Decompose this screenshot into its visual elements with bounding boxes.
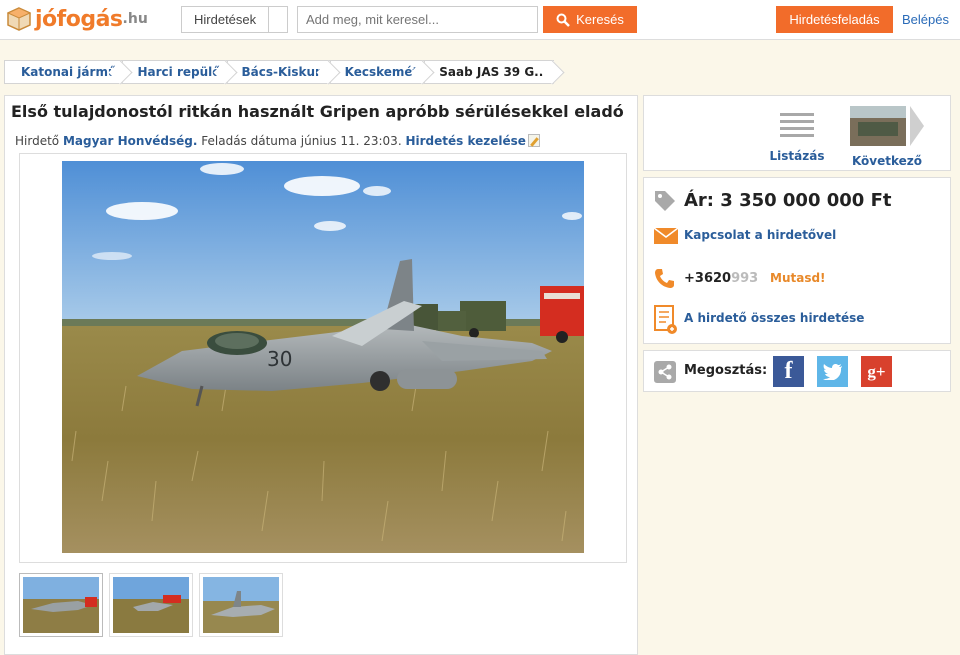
next-ad-thumbnail [850,106,924,146]
breadcrumb-current: Saab JAS 39 G... [424,60,554,84]
search-input[interactable] [297,6,538,33]
category-select[interactable]: Hirdetések [181,6,288,33]
thumbnail[interactable] [199,573,283,637]
logo-box-icon [6,7,32,31]
facebook-share-icon[interactable]: f [773,356,804,387]
show-phone-button[interactable]: Mutasd! [770,271,826,285]
top-bar: jófogás .hu Hirdetések Keresés Hirdetésf… [0,0,960,40]
contact-advertiser-link[interactable]: Kapcsolat a hirdetővel [684,228,836,242]
share-box: Megosztás: f g+ [643,350,951,392]
listing-nav-box: Listázás Következő [643,95,951,171]
thumbnail[interactable] [19,573,103,637]
phone-number-visible: +3620 [684,271,732,286]
manage-ad-link[interactable]: Hirdetés kezelése [405,134,525,148]
edit-icon[interactable] [527,134,540,147]
select-divider [268,7,269,32]
search-icon [556,13,571,27]
listing-title: Első tulajdonostól ritkán használt Gripe… [11,102,624,121]
main-photo[interactable]: 30 [62,161,584,553]
main-photo-frame: 30 [19,153,627,563]
jet-photo-image: 30 [62,161,584,553]
list-view-link[interactable]: Listázás [762,110,832,163]
list-icon [780,113,814,137]
twitter-share-icon[interactable] [817,356,848,387]
thumbnail[interactable] [109,573,193,637]
share-icon [654,361,676,383]
google-plus-share-icon[interactable]: g+ [861,356,892,387]
svg-text:30: 30 [267,347,292,371]
price-tag-icon [655,191,675,211]
search-button[interactable]: Keresés [543,6,637,33]
phone-icon [655,269,674,288]
login-link[interactable]: Belépés [902,12,949,27]
all-ads-link[interactable]: A hirdető összes hirdetése [684,311,864,325]
listing-meta: Hirdető Magyar Honvédség. Feladás dátuma… [15,134,540,148]
breadcrumb-item[interactable]: Harci repülő [122,60,227,84]
share-label: Megosztás: [684,363,768,378]
thumbnail-image [23,577,99,633]
breadcrumb: Katonai jármű Harci repülő Bács-Kiskun K… [4,60,554,84]
date-value: június 11. 23:03. [300,134,402,148]
listing-panel: Első tulajdonostól ritkán használt Gripe… [4,95,638,655]
next-ad-link[interactable]: Következő [842,104,932,168]
thumbnail-strip [19,573,283,637]
date-label: Feladás dátuma [201,134,297,148]
logo-tld: .hu [122,11,148,27]
advertiser-link[interactable]: Magyar Honvédség. [63,134,197,148]
breadcrumb-item[interactable]: Kecskemét [329,60,425,84]
next-ad-label: Következő [851,154,923,168]
list-view-label: Listázás [769,149,825,163]
site-logo[interactable]: jófogás .hu [6,6,148,32]
thumbnail-image [113,577,189,633]
envelope-icon [654,228,678,244]
post-ad-button[interactable]: Hirdetésfeladás [776,6,893,33]
phone-number: +3620993 [684,271,758,286]
phone-number-hidden: 993 [731,271,759,286]
advertiser-label: Hirdető [15,134,60,148]
all-ads-icon [654,305,677,334]
breadcrumb-item[interactable]: Bács-Kiskun [226,60,330,84]
logo-text: jófogás [35,6,123,32]
breadcrumb-item[interactable]: Katonai jármű [4,60,123,84]
search-button-label: Keresés [576,12,624,27]
category-select-value: Hirdetések [194,12,257,27]
price-contact-box: Ár: 3 350 000 000 Ft Kapcsolat a hirdető… [643,177,951,344]
price: Ár: 3 350 000 000 Ft [684,190,892,211]
twitter-bird-icon [822,363,842,380]
thumbnail-image [203,577,279,633]
